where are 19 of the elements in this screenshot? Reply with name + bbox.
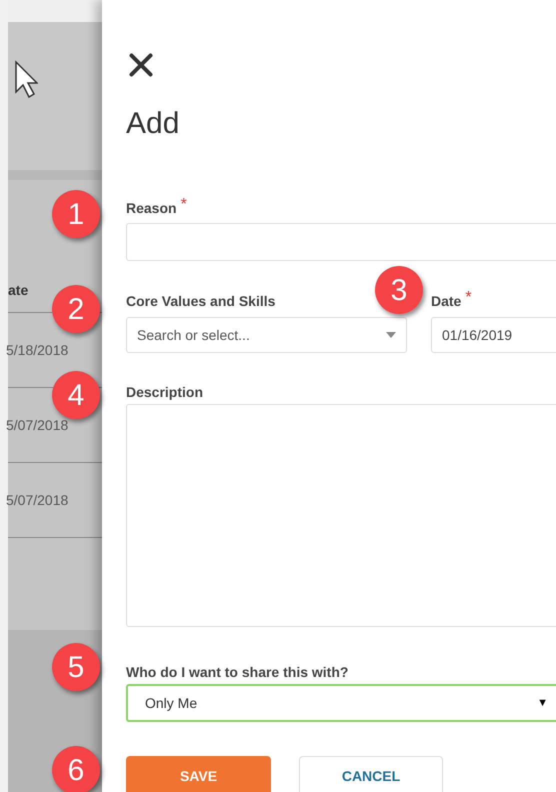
caret-icon bbox=[386, 332, 396, 338]
field-label: Reason bbox=[126, 199, 177, 218]
required-asterisk: * bbox=[465, 291, 472, 305]
description-field[interactable] bbox=[126, 404, 556, 627]
field-label: Date bbox=[431, 292, 462, 311]
panel-title: Add bbox=[126, 106, 180, 142]
search-select-field[interactable]: Search or select... bbox=[126, 317, 407, 353]
field-label: Description bbox=[126, 383, 204, 402]
table-cell-text: 5/18/2018 bbox=[6, 340, 68, 360]
field-label: Who do I want to share this with? bbox=[126, 663, 348, 682]
share-select[interactable]: Only Me ▼ bbox=[126, 684, 556, 722]
reason-field[interactable] bbox=[126, 223, 556, 261]
field-label: Core Values and Skills bbox=[126, 292, 276, 311]
column-header: ate bbox=[8, 281, 28, 300]
table-cell-text: 5/07/2018 bbox=[6, 490, 68, 510]
date-field[interactable]: 01/16/2019 bbox=[431, 317, 556, 353]
required-asterisk: * bbox=[180, 198, 187, 212]
cancel-button[interactable]: CANCEL bbox=[299, 756, 443, 792]
cursor-icon bbox=[14, 60, 38, 98]
